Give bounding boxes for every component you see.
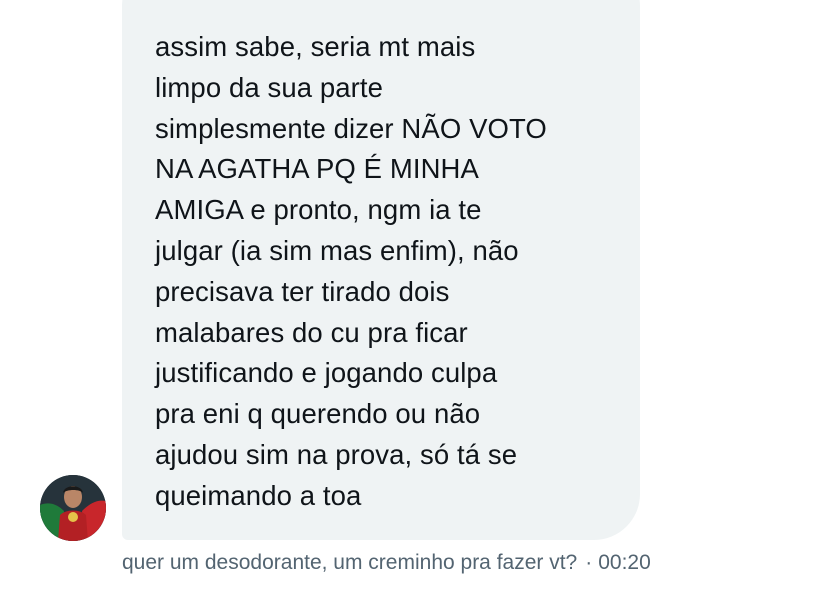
meta-separator: · [585, 551, 593, 574]
sender-avatar[interactable] [40, 475, 106, 541]
message-text: assim sabe, seria mt mais limpo da sua p… [155, 31, 547, 511]
message-meta: quer um desodorante, um creminho pra faz… [122, 549, 651, 577]
message-caption: quer um desodorante, um creminho pra faz… [122, 551, 578, 574]
avatar-icon [40, 475, 106, 541]
message-timestamp: 00:20 [598, 551, 651, 574]
